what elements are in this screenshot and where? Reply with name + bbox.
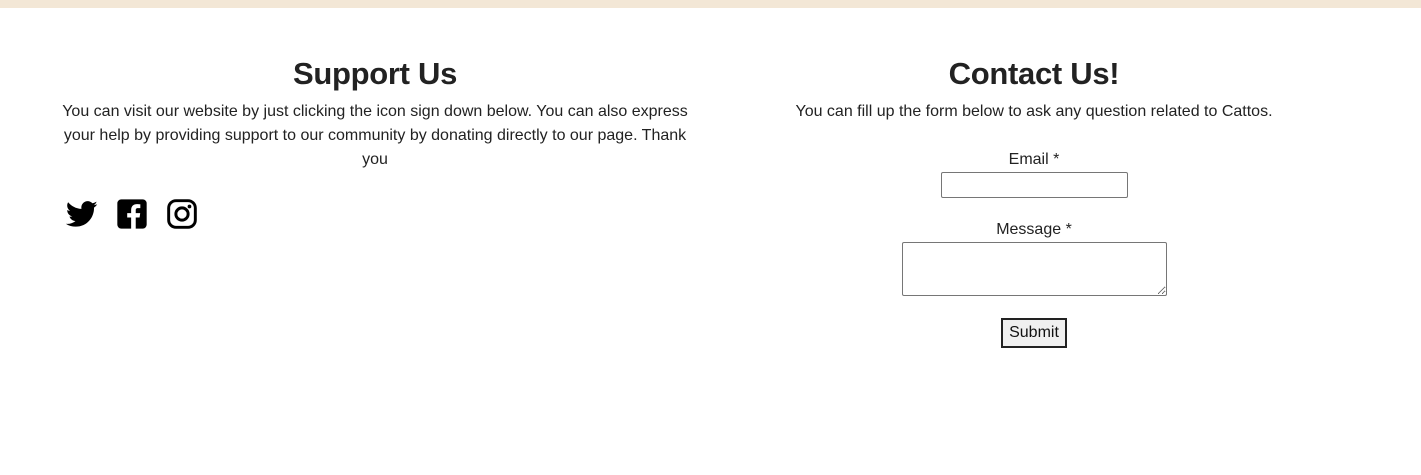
contact-title: Contact Us!	[948, 56, 1120, 91]
support-section: Support Us You can visit our website by …	[55, 56, 695, 229]
contact-form: Email * Message * Submit	[754, 148, 1314, 348]
social-icons	[66, 198, 198, 230]
email-field[interactable]	[940, 172, 1128, 198]
facebook-square-icon[interactable]	[116, 198, 148, 230]
top-decorative-strip	[0, 0, 1421, 8]
support-description: You can visit our website by just clicki…	[62, 103, 688, 168]
email-label: Email *	[1008, 151, 1060, 168]
contact-description: You can fill up the form below to ask an…	[795, 103, 1273, 120]
message-label: Message *	[996, 221, 1072, 238]
contact-section: Contact Us! You can fill up the form bel…	[754, 56, 1314, 348]
twitter-icon[interactable]	[66, 198, 98, 230]
submit-button[interactable]: Submit	[1001, 318, 1067, 348]
instagram-icon[interactable]	[166, 198, 198, 230]
message-field[interactable]	[901, 242, 1167, 296]
support-title: Support Us	[292, 56, 458, 91]
